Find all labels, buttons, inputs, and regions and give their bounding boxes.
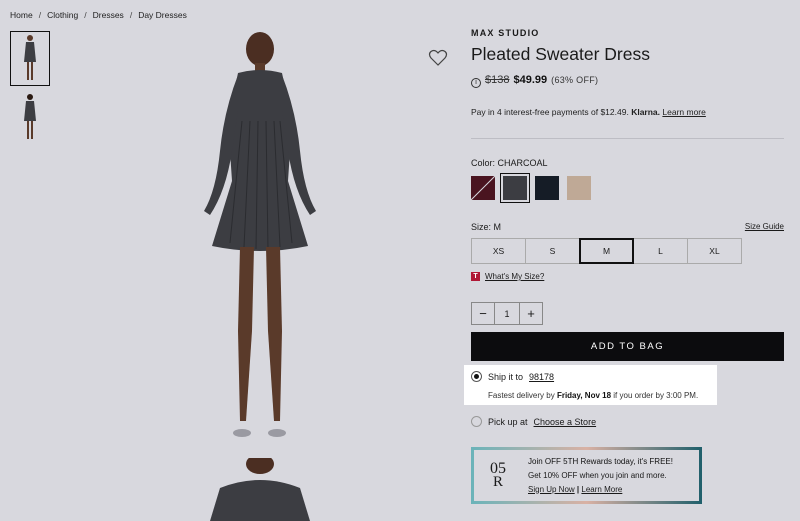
breadcrumb-clothing[interactable]: Clothing [47,10,78,20]
off5th-rewards-logo: 05 R [474,460,522,490]
color-value: CHARCOAL [497,158,548,168]
discount-label: (63% OFF) [551,75,599,85]
swatch-burgundy[interactable] [471,176,495,200]
size-guide-link[interactable]: Size Guide [745,222,784,231]
thumbnail-list [10,31,50,149]
swatch-navy[interactable] [535,176,559,200]
sign-up-link[interactable]: Sign Up Now [528,485,575,494]
quantity-decrease-button[interactable]: − [471,302,495,325]
size-label-text: Size: [471,222,492,232]
divider [471,138,784,139]
swatch-charcoal[interactable] [500,173,530,203]
rewards-subtext: Get 10% OFF when you join and more. [528,470,667,480]
rewards-learn-more-link[interactable]: Learn More [581,485,622,494]
breadcrumb-day-dresses[interactable]: Day Dresses [138,10,187,20]
zip-code-link[interactable]: 98178 [529,372,554,382]
rewards-text: Join OFF 5TH Rewards today, it's FREE! G… [522,455,673,497]
ship-row: Ship it to 98178 [471,371,554,382]
klarna-text: Pay in 4 interest-free payments of $12.4… [471,107,629,117]
breadcrumb-separator: / [84,10,87,20]
wishlist-heart-icon[interactable] [428,49,448,67]
klarna-learn-more-link[interactable]: Learn more [662,107,705,117]
breadcrumb-separator: / [129,10,133,20]
breadcrumb-home[interactable]: Home [10,10,33,20]
size-m-button[interactable]: M [579,238,634,264]
size-l-button[interactable]: L [633,238,688,264]
rewards-separator: | [576,484,580,494]
size-xs-button[interactable]: XS [471,238,526,264]
klarna-message: Pay in 4 interest-free payments of $12.4… [471,107,706,117]
sale-price: $49.99 [513,74,548,86]
product-brand[interactable]: MAX STUDIO [471,28,540,38]
delivery-prefix: Fastest delivery by [488,391,555,400]
size-options: XS S M L XL [471,238,742,264]
size-s-button[interactable]: S [525,238,580,264]
size-xl-button[interactable]: XL [687,238,742,264]
delivery-date: Friday, Nov 18 [556,391,612,400]
size-label: Size: M [471,222,501,232]
info-icon[interactable]: i [471,77,481,88]
ship-option[interactable]: Ship it to 98178 Fastest delivery by Fri… [464,365,717,405]
product-title: Pleated Sweater Dress [471,44,650,64]
klarna-logo: Klarna. [631,107,661,117]
quantity-stepper: − 1 + [471,302,543,325]
breadcrumb-separator: / [38,10,42,20]
color-swatches [471,173,591,203]
product-second-image[interactable] [200,454,320,521]
add-to-bag-button[interactable]: ADD TO BAG [471,332,784,361]
original-price: $138 [485,74,510,86]
whats-my-size-link[interactable]: What's My Size? [485,272,544,281]
whats-my-size[interactable]: T What's My Size? [471,272,544,281]
color-label-text: Color: [471,158,496,168]
pickup-radio[interactable] [471,416,482,427]
pickup-label: Pick up at [488,416,528,427]
rewards-banner: 05 R Join OFF 5TH Rewards today, it's FR… [471,447,702,504]
quantity-increase-button[interactable]: + [519,302,543,325]
rewards-headline: Join OFF 5TH Rewards today, it's FREE! [528,456,673,466]
logo-bottom: R [492,473,503,490]
price-row: i $138 $49.99 (63% OFF) [471,74,599,88]
thumbnail-back[interactable] [10,90,50,145]
delivery-estimate: Fastest delivery by Friday, Nov 18 if yo… [488,391,698,400]
ship-label: Ship it to [488,371,524,382]
delivery-suffix: if you order by 3:00 PM. [613,391,699,400]
swatch-taupe[interactable] [567,176,591,200]
thumbnail-front[interactable] [10,31,50,86]
size-value: M [493,222,502,232]
ship-radio[interactable] [471,371,482,382]
color-label: Color: CHARCOAL [471,158,548,168]
pickup-option[interactable]: Pick up at Choose a Store [471,416,596,427]
breadcrumb-dresses[interactable]: Dresses [93,10,124,20]
product-main-image[interactable] [180,31,340,451]
true-fit-icon: T [471,272,480,281]
breadcrumb: Home / Clothing / Dresses / Day Dresses [10,10,187,20]
rewards-links: Sign Up Now | Learn More [528,483,673,497]
choose-store-link[interactable]: Choose a Store [534,417,597,427]
quantity-value[interactable]: 1 [495,302,519,325]
